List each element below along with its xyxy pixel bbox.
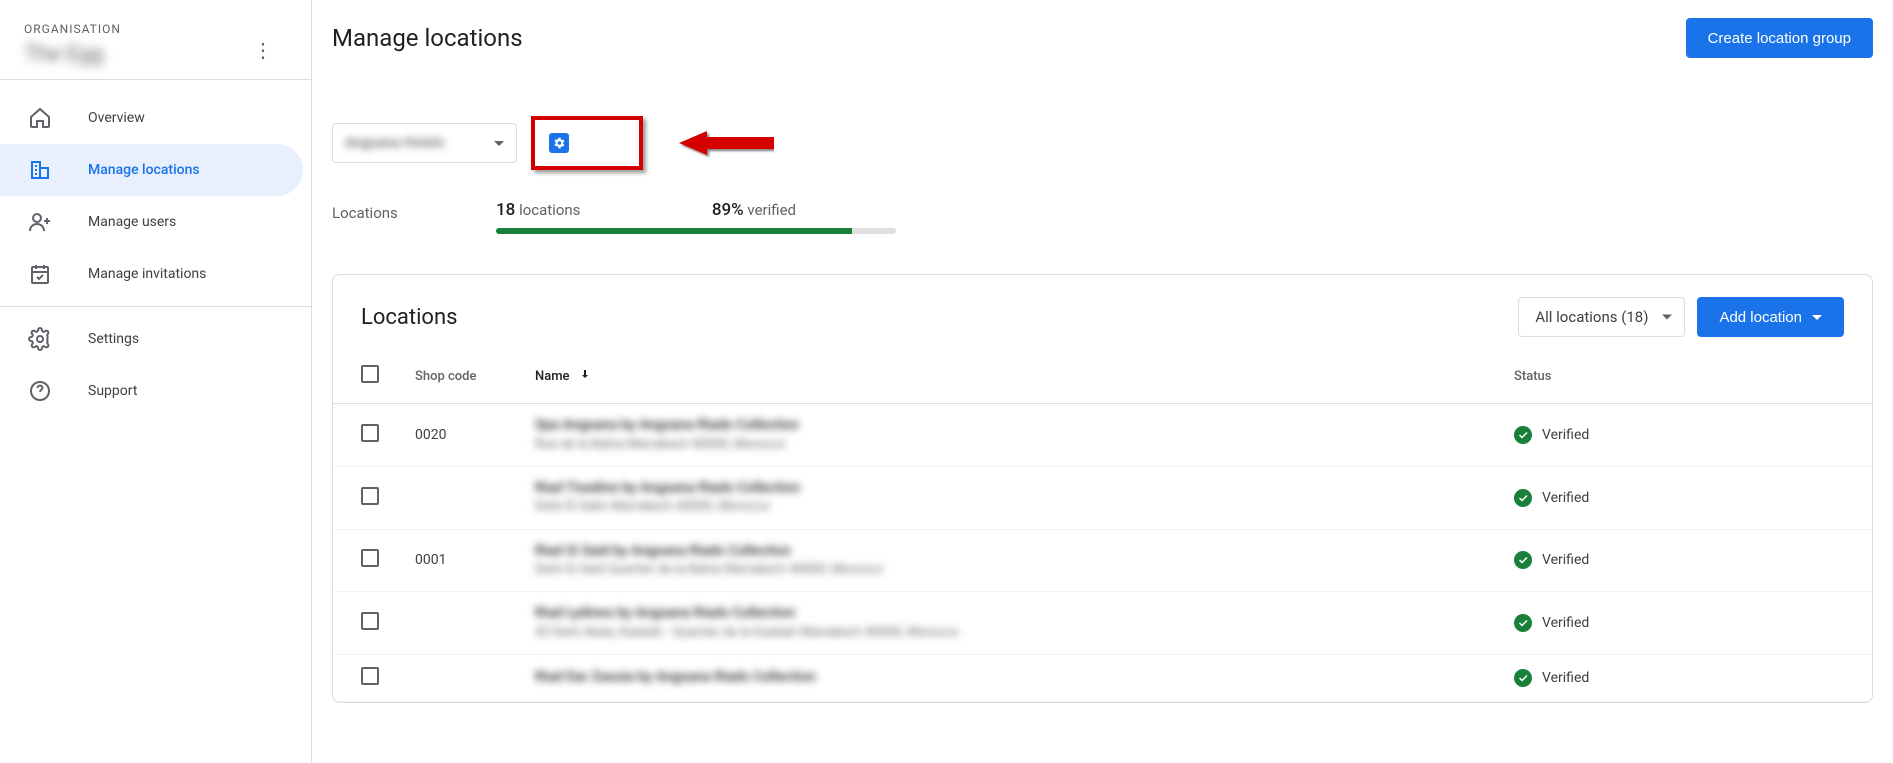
- verified-icon: [1514, 614, 1532, 632]
- row-name: Riad Lydines by Angsana Riads Collection…: [535, 604, 1490, 642]
- nav-label: Manage users: [88, 214, 176, 230]
- gear-icon: [28, 327, 52, 351]
- nav-label: Support: [88, 383, 137, 399]
- row-shop-code: [403, 592, 523, 655]
- row-checkbox[interactable]: [361, 667, 379, 685]
- chevron-down-icon: [1812, 315, 1822, 320]
- sidebar: ORGANISATION The Egg ⋮ Overview Manage l…: [0, 0, 312, 763]
- table-row[interactable]: Riad Lydines by Angsana Riads Collection…: [333, 592, 1872, 655]
- sort-desc-icon: [579, 368, 591, 384]
- card-header: Locations All locations (18) Add locatio…: [333, 275, 1872, 349]
- row-shop-code: 0001: [403, 529, 523, 592]
- row-checkbox[interactable]: [361, 549, 379, 567]
- help-icon: [28, 379, 52, 403]
- sidebar-header: ORGANISATION The Egg ⋮: [0, 0, 311, 80]
- add-location-button[interactable]: Add location: [1697, 297, 1844, 337]
- nav-manage-users[interactable]: Manage users: [0, 196, 303, 248]
- more-icon[interactable]: ⋮: [253, 38, 273, 62]
- nav-label: Manage invitations: [88, 266, 206, 282]
- row-status: Verified: [1514, 551, 1860, 569]
- nav-list: Overview Manage locations Manage users M…: [0, 80, 311, 429]
- row-name: Riad Si Said by Angsana Riads Collection…: [535, 542, 1490, 580]
- table-row[interactable]: 0001 Riad Si Said by Angsana Riads Colle…: [333, 529, 1872, 592]
- row-checkbox[interactable]: [361, 424, 379, 442]
- org-name: The Egg: [24, 42, 287, 67]
- row-checkbox[interactable]: [361, 612, 379, 630]
- verified-icon: [1514, 426, 1532, 444]
- chevron-down-icon: [1662, 315, 1672, 320]
- row-shop-code: 0020: [403, 404, 523, 467]
- annotation-arrow: [679, 128, 774, 158]
- row-shop-code: [403, 655, 523, 702]
- row-name: Riad Tiwaline by Angsana Riads Collectio…: [535, 479, 1490, 517]
- page-title: Manage locations: [332, 24, 523, 52]
- row-status: Verified: [1514, 426, 1860, 444]
- filter-locations-select[interactable]: All locations (18): [1518, 297, 1685, 337]
- add-location-label: Add location: [1719, 309, 1802, 326]
- create-location-group-button[interactable]: Create location group: [1686, 18, 1873, 58]
- nav-settings[interactable]: Settings: [0, 313, 303, 365]
- business-icon: [28, 158, 52, 182]
- nav-support[interactable]: Support: [0, 365, 303, 417]
- filter-label: All locations (18): [1535, 308, 1648, 326]
- col-shop-header[interactable]: Shop code: [403, 349, 523, 404]
- home-icon: [28, 106, 52, 130]
- row-name: Riad Dar Zaouia by Angsana Riads Collect…: [535, 668, 1490, 688]
- nav-manage-invitations[interactable]: Manage invitations: [0, 248, 303, 300]
- main-content: Manage locations Create location group A…: [312, 0, 1893, 763]
- calendar-icon: [28, 262, 52, 286]
- locations-label: Locations: [332, 200, 496, 222]
- row-shop-code: [403, 466, 523, 529]
- nav-overview[interactable]: Overview: [0, 92, 303, 144]
- locations-table: Shop code Name Status 0020 Spa Angsana b…: [333, 349, 1872, 702]
- card-title: Locations: [361, 305, 457, 330]
- verified-icon: [1514, 489, 1532, 507]
- col-status-header[interactable]: Status: [1502, 349, 1872, 404]
- annotation-highlight-box: [531, 116, 643, 170]
- location-group-select[interactable]: Angsana Hotels: [332, 123, 517, 163]
- person-add-icon: [28, 210, 52, 234]
- chevron-down-icon: [494, 141, 504, 146]
- row-name: Spa Angsana by Angsana Riads Collection …: [535, 416, 1490, 454]
- verified-icon: [1514, 669, 1532, 687]
- row-checkbox[interactable]: [361, 487, 379, 505]
- nav-divider: [0, 306, 311, 307]
- stats-row: Locations 18 locations 89% verified: [332, 200, 1873, 230]
- main-header: Manage locations Create location group: [332, 18, 1873, 58]
- org-label: ORGANISATION: [24, 22, 287, 36]
- group-settings-button[interactable]: [549, 133, 569, 153]
- verified-icon: [1514, 551, 1532, 569]
- table-row[interactable]: 0020 Spa Angsana by Angsana Riads Collec…: [333, 404, 1872, 467]
- nav-label: Overview: [88, 110, 145, 126]
- row-status: Verified: [1514, 489, 1860, 507]
- group-toolbar: Angsana Hotels: [332, 116, 1873, 170]
- nav-label: Manage locations: [88, 162, 200, 178]
- card-actions: All locations (18) Add location: [1518, 297, 1844, 337]
- row-status: Verified: [1514, 614, 1860, 632]
- col-name-header[interactable]: Name: [523, 349, 1502, 404]
- select-all-checkbox[interactable]: [361, 365, 379, 383]
- nav-manage-locations[interactable]: Manage locations: [0, 144, 303, 196]
- locations-card: Locations All locations (18) Add locatio…: [332, 274, 1873, 703]
- table-row[interactable]: Riad Tiwaline by Angsana Riads Collectio…: [333, 466, 1872, 529]
- group-select-value: Angsana Hotels: [345, 135, 444, 151]
- nav-label: Settings: [88, 331, 139, 347]
- verified-stat: 89% verified: [606, 200, 796, 220]
- row-status: Verified: [1514, 669, 1860, 687]
- table-row[interactable]: Riad Dar Zaouia by Angsana Riads Collect…: [333, 655, 1872, 702]
